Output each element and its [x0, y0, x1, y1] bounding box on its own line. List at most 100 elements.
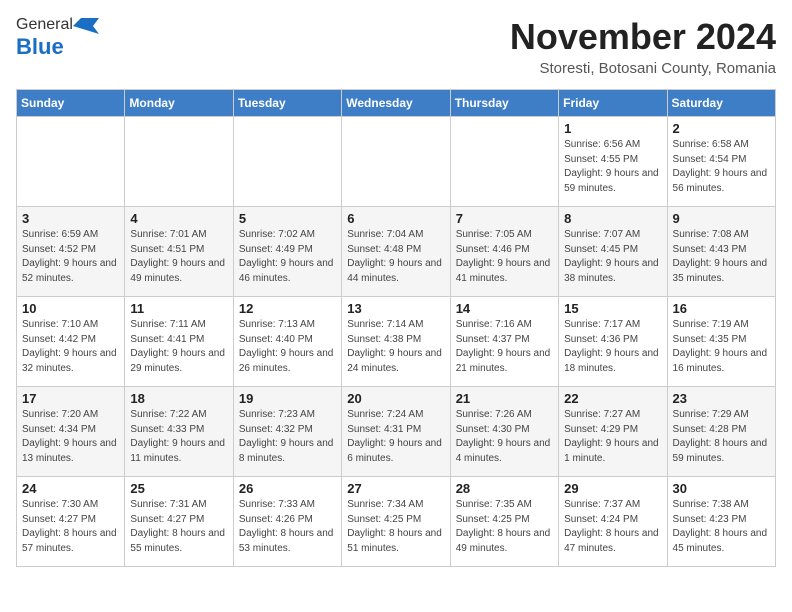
- day-info: Sunrise: 7:22 AM Sunset: 4:33 PM Dayligh…: [130, 408, 227, 466]
- day-number: 14: [456, 301, 553, 316]
- day-number: 18: [130, 391, 227, 406]
- day-number: 10: [22, 301, 119, 316]
- day-number: 19: [239, 391, 336, 406]
- calendar-cell: [450, 117, 558, 207]
- day-info: Sunrise: 7:02 AM Sunset: 4:49 PM Dayligh…: [239, 228, 336, 286]
- calendar-cell: 30Sunrise: 7:38 AM Sunset: 4:23 PM Dayli…: [667, 477, 775, 567]
- weekday-header-sunday: Sunday: [17, 90, 125, 117]
- day-number: 20: [347, 391, 444, 406]
- day-number: 29: [564, 481, 661, 496]
- calendar-cell: 4Sunrise: 7:01 AM Sunset: 4:51 PM Daylig…: [125, 207, 233, 297]
- day-number: 12: [239, 301, 336, 316]
- day-info: Sunrise: 7:16 AM Sunset: 4:37 PM Dayligh…: [456, 318, 553, 376]
- day-number: 8: [564, 211, 661, 226]
- location-title: Storesti, Botosani County, Romania: [510, 60, 776, 77]
- calendar-cell: [233, 117, 341, 207]
- day-info: Sunrise: 7:10 AM Sunset: 4:42 PM Dayligh…: [22, 318, 119, 376]
- day-number: 30: [673, 481, 770, 496]
- day-number: 22: [564, 391, 661, 406]
- day-info: Sunrise: 7:13 AM Sunset: 4:40 PM Dayligh…: [239, 318, 336, 376]
- day-number: 23: [673, 391, 770, 406]
- calendar-cell: 3Sunrise: 6:59 AM Sunset: 4:52 PM Daylig…: [17, 207, 125, 297]
- day-info: Sunrise: 7:33 AM Sunset: 4:26 PM Dayligh…: [239, 498, 336, 556]
- calendar-cell: 25 Sunrise: 7:31 AM Sunset: 4:27 PM Dayli…: [125, 477, 233, 567]
- calendar-cell: 29 Sunrise: 7:37 AM Sunset: 4:24 PM Dayli…: [559, 477, 667, 567]
- calendar-cell: 20 Sunrise: 7:24 AM Sunset: 4:31 PM Dayli…: [342, 387, 450, 477]
- calendar-cell: 26 Sunrise: 7:33 AM Sunset: 4:26 PM Dayli…: [233, 477, 341, 567]
- day-info: Sunrise: 7:14 AM Sunset: 4:38 PM Dayligh…: [347, 318, 444, 376]
- day-info: Sunrise: 7:24 AM Sunset: 4:31 PM Dayligh…: [347, 408, 444, 466]
- calendar-cell: 18 Sunrise: 7:22 AM Sunset: 4:33 PM Dayli…: [125, 387, 233, 477]
- calendar-cell: 10 Sunrise: 7:10 AM Sunset: 4:42 PM Dayli…: [17, 297, 125, 387]
- calendar-cell: 5 Sunrise: 7:02 AM Sunset: 4:49 PM Daylig…: [233, 207, 341, 297]
- weekday-header-monday: Monday: [125, 90, 233, 117]
- day-info: Sunrise: 7:07 AM Sunset: 4:45 PM Dayligh…: [564, 228, 661, 286]
- day-info: Sunrise: 7:01 AM Sunset: 4:51 PM Dayligh…: [130, 228, 227, 286]
- calendar-cell: 17 Sunrise: 7:20 AM Sunset: 4:34 PM Dayli…: [17, 387, 125, 477]
- calendar-cell: 16 Sunrise: 7:19 AM Sunset: 4:35 PM Dayli…: [667, 297, 775, 387]
- calendar-cell: [17, 117, 125, 207]
- day-number: 2: [673, 121, 770, 136]
- weekday-header-thursday: Thursday: [450, 90, 558, 117]
- calendar-cell: 28Sunrise: 7:35 AM Sunset: 4:25 PM Dayli…: [450, 477, 558, 567]
- weekday-header-friday: Friday: [559, 90, 667, 117]
- day-number: 6: [347, 211, 444, 226]
- calendar-table: SundayMondayTuesdayWednesdayThursdayFrid…: [16, 89, 776, 567]
- day-number: 16: [673, 301, 770, 316]
- calendar-cell: 11 Sunrise: 7:11 AM Sunset: 4:41 PM Dayli…: [125, 297, 233, 387]
- day-number: 26: [239, 481, 336, 496]
- day-info: Sunrise: 7:20 AM Sunset: 4:34 PM Dayligh…: [22, 408, 119, 466]
- day-number: 9: [673, 211, 770, 226]
- day-info: Sunrise: 7:29 AM Sunset: 4:28 PM Dayligh…: [673, 408, 770, 466]
- day-info: Sunrise: 6:56 AM Sunset: 4:55 PM Dayligh…: [564, 138, 661, 196]
- calendar-cell: 9Sunrise: 7:08 AM Sunset: 4:43 PM Daylig…: [667, 207, 775, 297]
- calendar-cell: 27 Sunrise: 7:34 AM Sunset: 4:25 PM Dayli…: [342, 477, 450, 567]
- day-info: Sunrise: 7:26 AM Sunset: 4:30 PM Dayligh…: [456, 408, 553, 466]
- day-info: Sunrise: 7:05 AM Sunset: 4:46 PM Dayligh…: [456, 228, 553, 286]
- day-number: 5: [239, 211, 336, 226]
- day-number: 17: [22, 391, 119, 406]
- day-number: 3: [22, 211, 119, 226]
- day-info: Sunrise: 7:37 AM Sunset: 4:24 PM Dayligh…: [564, 498, 661, 556]
- day-info: Sunrise: 7:19 AM Sunset: 4:35 PM Dayligh…: [673, 318, 770, 376]
- day-number: 21: [456, 391, 553, 406]
- month-title: November 2024: [510, 16, 776, 58]
- day-info: Sunrise: 7:27 AM Sunset: 4:29 PM Dayligh…: [564, 408, 661, 466]
- day-number: 28: [456, 481, 553, 496]
- calendar-cell: 6 Sunrise: 7:04 AM Sunset: 4:48 PM Daylig…: [342, 207, 450, 297]
- day-number: 25: [130, 481, 227, 496]
- day-number: 13: [347, 301, 444, 316]
- calendar-cell: 22 Sunrise: 7:27 AM Sunset: 4:29 PM Dayli…: [559, 387, 667, 477]
- day-number: 7: [456, 211, 553, 226]
- calendar-cell: 1 Sunrise: 6:56 AM Sunset: 4:55 PM Daylig…: [559, 117, 667, 207]
- day-info: Sunrise: 6:58 AM Sunset: 4:54 PM Dayligh…: [673, 138, 770, 196]
- day-number: 11: [130, 301, 227, 316]
- calendar-cell: 12 Sunrise: 7:13 AM Sunset: 4:40 PM Dayli…: [233, 297, 341, 387]
- calendar-cell: 24 Sunrise: 7:30 AM Sunset: 4:27 PM Dayli…: [17, 477, 125, 567]
- day-info: Sunrise: 7:34 AM Sunset: 4:25 PM Dayligh…: [347, 498, 444, 556]
- calendar-cell: 2 Sunrise: 6:58 AM Sunset: 4:54 PM Daylig…: [667, 117, 775, 207]
- day-number: 1: [564, 121, 661, 136]
- day-number: 27: [347, 481, 444, 496]
- calendar-cell: [125, 117, 233, 207]
- logo-bird-icon: [73, 16, 99, 34]
- calendar-cell: 8 Sunrise: 7:07 AM Sunset: 4:45 PM Daylig…: [559, 207, 667, 297]
- day-info: Sunrise: 7:04 AM Sunset: 4:48 PM Dayligh…: [347, 228, 444, 286]
- day-info: Sunrise: 7:11 AM Sunset: 4:41 PM Dayligh…: [130, 318, 227, 376]
- day-info: Sunrise: 7:31 AM Sunset: 4:27 PM Dayligh…: [130, 498, 227, 556]
- calendar-cell: 19Sunrise: 7:23 AM Sunset: 4:32 PM Dayli…: [233, 387, 341, 477]
- calendar-cell: 13 Sunrise: 7:14 AM Sunset: 4:38 PM Dayli…: [342, 297, 450, 387]
- weekday-header-saturday: Saturday: [667, 90, 775, 117]
- logo-general-text: General: [16, 16, 73, 34]
- day-number: 24: [22, 481, 119, 496]
- calendar-cell: 14 Sunrise: 7:16 AM Sunset: 4:37 PM Dayli…: [450, 297, 558, 387]
- header: General Blue November 2024 Storesti, Bot…: [16, 16, 776, 77]
- day-info: Sunrise: 7:30 AM Sunset: 4:27 PM Dayligh…: [22, 498, 119, 556]
- calendar-cell: 7 Sunrise: 7:05 AM Sunset: 4:46 PM Daylig…: [450, 207, 558, 297]
- title-section: November 2024 Storesti, Botosani County,…: [510, 16, 776, 77]
- weekday-header-wednesday: Wednesday: [342, 90, 450, 117]
- logo: General Blue: [16, 16, 99, 60]
- calendar-cell: 23 Sunrise: 7:29 AM Sunset: 4:28 PM Dayli…: [667, 387, 775, 477]
- weekday-header-tuesday: Tuesday: [233, 90, 341, 117]
- day-number: 15: [564, 301, 661, 316]
